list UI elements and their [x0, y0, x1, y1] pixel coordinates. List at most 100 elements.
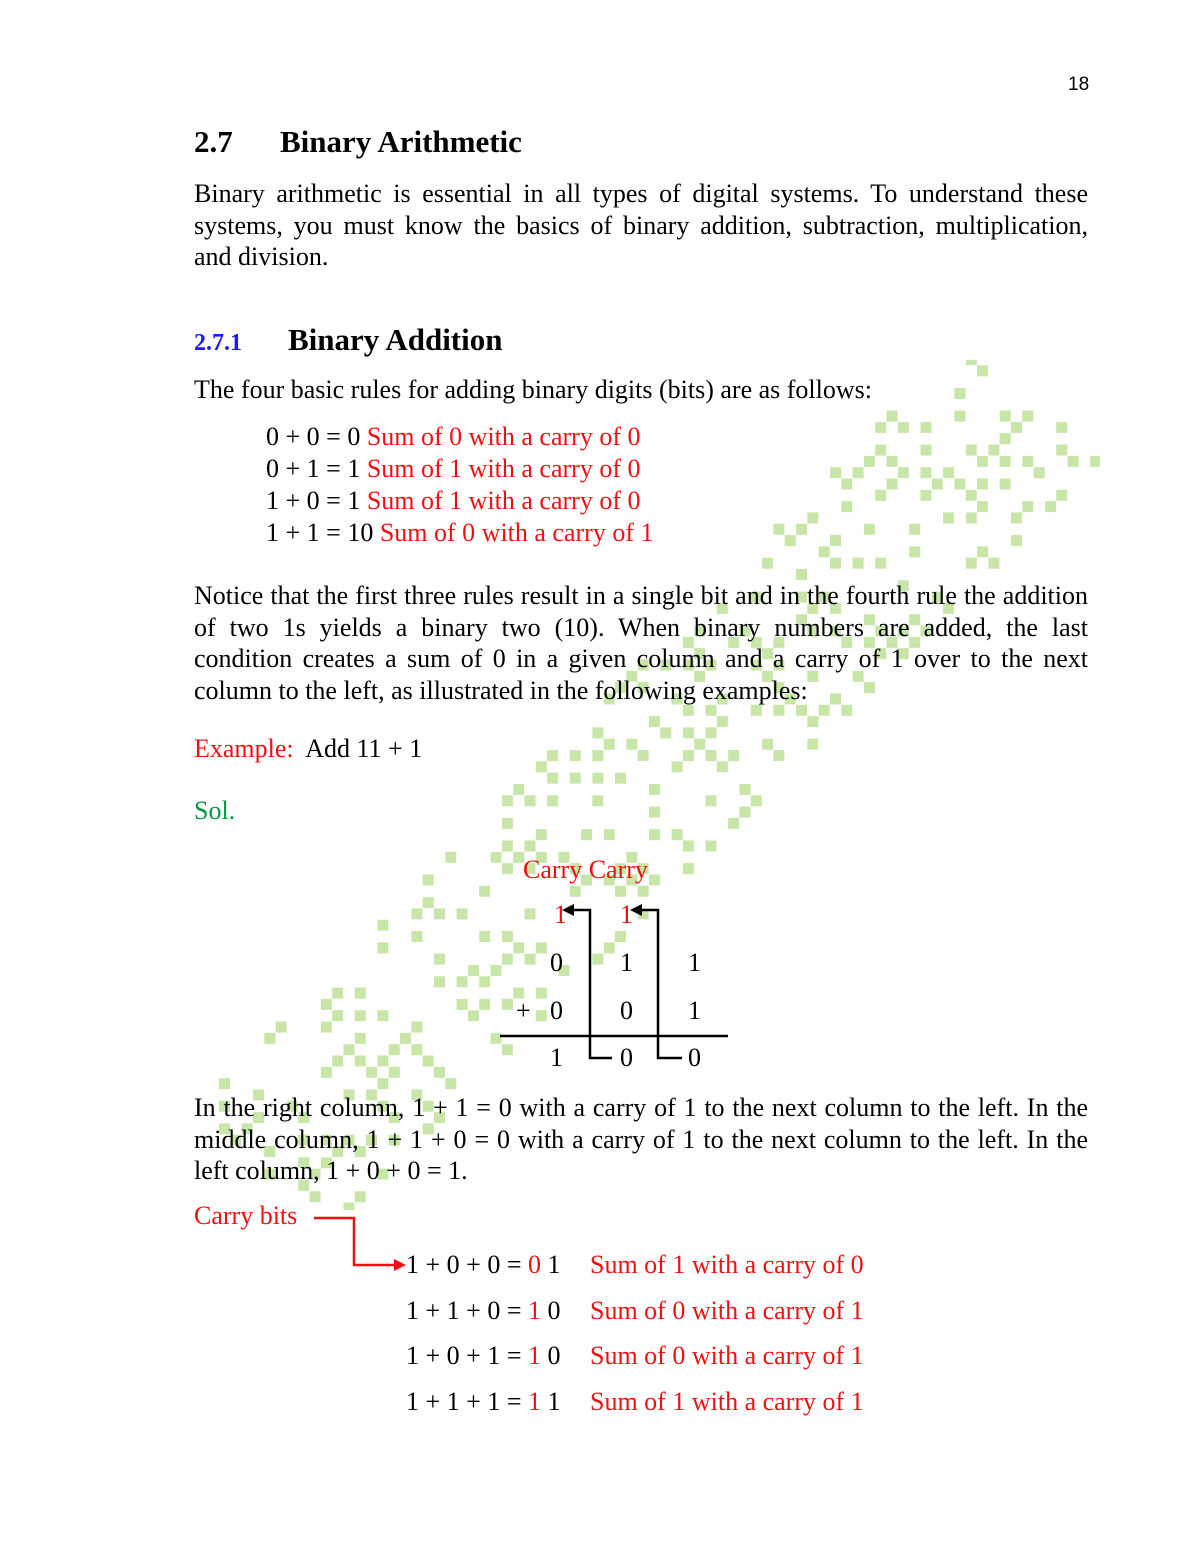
addend-digit: 1 [688, 996, 701, 1025]
watermark-dot [592, 727, 604, 739]
watermark-dot [886, 410, 898, 422]
watermark-dot [581, 829, 593, 841]
watermark-dot [694, 738, 706, 750]
watermark-dot [648, 783, 660, 795]
carry-rule-expr: 1 + 1 + 0 = [406, 1296, 522, 1325]
watermark-dot [592, 772, 604, 784]
watermark-dot [648, 806, 660, 818]
watermark-dot [354, 1010, 366, 1022]
watermark-dot [637, 750, 649, 762]
watermark-dot [309, 1191, 321, 1203]
watermark-dot [1090, 455, 1100, 467]
watermark-dot [716, 716, 728, 728]
watermark-dot [1044, 501, 1056, 513]
result-digit: 0 [688, 1043, 701, 1072]
watermark-dot [773, 523, 785, 535]
watermark-dot [773, 704, 785, 716]
watermark-dot [354, 1191, 366, 1203]
watermark-dot [943, 512, 955, 524]
watermark-dot [999, 478, 1011, 490]
carry-rule-line: 1 + 0 + 0 = 0 1 [406, 1250, 561, 1280]
watermark-dot [411, 931, 423, 943]
arrowhead-icon [394, 1259, 406, 1271]
watermark-dot [422, 1055, 434, 1067]
rule-expr: 1 + 1 = 10 [266, 518, 374, 547]
watermark-dot [965, 512, 977, 524]
watermark-dot [750, 795, 762, 807]
watermark-dot [603, 829, 615, 841]
watermark-dot [762, 557, 774, 569]
watermark-dot [332, 987, 344, 999]
watermark-dot [954, 410, 966, 422]
watermark-dot [615, 772, 627, 784]
addend-digit: 0 [550, 996, 563, 1025]
watermark-dot [592, 750, 604, 762]
watermark-dot [569, 750, 581, 762]
section-heading: 2.7 Binary Arithmetic [194, 124, 522, 160]
watermark-dot [547, 750, 559, 762]
watermark-dot [388, 1044, 400, 1056]
watermark-dot [501, 817, 513, 829]
watermark-dot [841, 478, 853, 490]
carry-rule-expr: 1 + 1 + 1 = [406, 1387, 522, 1416]
watermark-dot [366, 1066, 378, 1078]
watermark-dot [1033, 467, 1045, 479]
plus-sign: + [516, 996, 531, 1025]
watermark-dot [343, 1044, 355, 1056]
watermark-dot [965, 444, 977, 456]
watermark-dot [999, 455, 1011, 467]
watermark-dot [796, 704, 808, 716]
watermark-dot [343, 1202, 355, 1210]
watermark-dot [1056, 489, 1068, 501]
watermark-dot [219, 1078, 231, 1090]
watermark-dot [354, 1055, 366, 1067]
watermark-dot [818, 704, 830, 716]
watermark-dot [332, 1055, 344, 1067]
watermark-dot [320, 1021, 332, 1033]
sum-digit: 1 [547, 1250, 561, 1279]
watermark-dot [1010, 421, 1022, 433]
addition-diagram: Carry Carry 1 1 0 1 1 + 0 0 1 1 0 0 [470, 850, 750, 1080]
watermark-dot [501, 795, 513, 807]
watermark-dot [875, 421, 887, 433]
explanation-paragraph: In the right column, 1 + 1 = 0 with a ca… [194, 1093, 1088, 1185]
addend-digit: 0 [620, 996, 633, 1025]
addend-digit: 0 [550, 948, 563, 977]
carry-header: Carry Carry [523, 855, 648, 884]
watermark-dot [603, 738, 615, 750]
watermark-dot [682, 750, 694, 762]
watermark-dot [456, 998, 468, 1010]
watermark-dot [1010, 512, 1022, 524]
watermark-dot [400, 1032, 412, 1044]
watermark-dot [547, 772, 559, 784]
watermark-dot [377, 919, 389, 931]
watermark-dot [977, 546, 989, 558]
watermark-dot [829, 467, 841, 479]
intro-paragraph: Binary arithmetic is essential in all ty… [194, 179, 1088, 271]
carry-digit: 1 [528, 1296, 541, 1325]
carry-rule-note: Sum of 1 with a carry of 0 [590, 1250, 864, 1279]
carry-rule-expr: 1 + 0 + 1 = [406, 1341, 522, 1370]
rule-note: Sum of 1 with a carry of 0 [366, 486, 641, 515]
watermark-dot [863, 523, 875, 535]
watermark-dot [988, 444, 1000, 456]
watermark-dot [592, 795, 604, 807]
watermark-dot [456, 908, 468, 920]
watermark-dot [818, 546, 830, 558]
watermark-dot [841, 501, 853, 513]
watermark-dot [784, 535, 796, 547]
watermark-dot [1022, 455, 1034, 467]
result-digit: 1 [550, 1043, 563, 1072]
watermark-dot [965, 557, 977, 569]
watermark-dot [354, 1032, 366, 1044]
watermark-dot [965, 360, 977, 366]
watermark-dot [320, 998, 332, 1010]
watermark-dot [1022, 410, 1034, 422]
watermark-dot [535, 761, 547, 773]
watermark-dot [999, 410, 1011, 422]
watermark-dot [750, 704, 762, 716]
watermark-dot [796, 568, 808, 580]
carry-rule-line: 1 + 1 + 1 = 1 1 [406, 1387, 561, 1417]
watermark-dot [671, 829, 683, 841]
watermark-dot [807, 716, 819, 728]
